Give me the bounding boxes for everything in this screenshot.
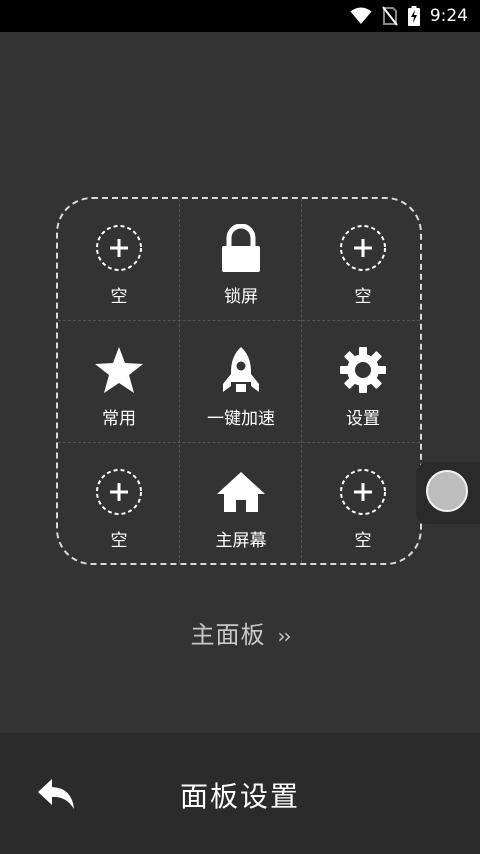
double-chevron-right-icon: ›› — [277, 624, 292, 648]
status-bar: 9:24 — [0, 0, 480, 32]
floating-ball-handle[interactable] — [416, 462, 480, 524]
panel-cell-label: 空 — [110, 531, 128, 551]
panel-cell-favorites[interactable]: 常用 — [58, 321, 180, 443]
wifi-icon — [350, 7, 372, 25]
panel-cell-empty-1[interactable]: 空 — [58, 199, 180, 321]
panel-cell-empty-2[interactable]: 空 — [302, 199, 424, 321]
panel-cell-label: 锁屏 — [224, 287, 258, 307]
main-panel-label: 主面板 — [190, 621, 266, 649]
panel-cell-empty-3[interactable]: 空 — [58, 443, 180, 565]
status-time: 9:24 — [429, 6, 468, 26]
panel-cell-label: 主屏幕 — [215, 531, 267, 551]
home-icon — [211, 467, 271, 517]
back-arrow-icon — [36, 779, 76, 815]
add-circle-icon — [89, 467, 149, 517]
battery-charging-icon — [407, 6, 420, 26]
star-icon — [89, 345, 149, 395]
panel-cell-label: 常用 — [102, 409, 136, 429]
panel-cell-label: 一键加速 — [207, 409, 275, 429]
main-panel-link[interactable]: 主面板 ›› — [0, 615, 480, 650]
panel-cell-label: 空 — [354, 531, 372, 551]
no-sim-icon — [382, 6, 398, 26]
panel-grid: 空 锁屏 空 常用 一键加速 设置 空 主屏幕 空 — [56, 197, 422, 565]
back-button[interactable] — [36, 777, 80, 813]
panel-cell-label: 空 — [110, 287, 128, 307]
add-circle-icon — [333, 467, 393, 517]
bottom-bar: 面板设置 — [0, 733, 480, 854]
rocket-icon — [211, 345, 271, 395]
panel-cell-settings[interactable]: 设置 — [302, 321, 424, 443]
panel-cell-label: 设置 — [346, 409, 380, 429]
panel-cell-home[interactable]: 主屏幕 — [180, 443, 302, 565]
floating-ball[interactable] — [426, 470, 468, 512]
gear-icon — [333, 345, 393, 395]
lock-icon — [211, 223, 271, 273]
panel-cell-boost[interactable]: 一键加速 — [180, 321, 302, 443]
add-circle-icon — [89, 223, 149, 273]
panel-cell-empty-4[interactable]: 空 — [302, 443, 424, 565]
panel-cell-label: 空 — [354, 287, 372, 307]
status-icons: 9:24 — [350, 5, 468, 27]
add-circle-icon — [333, 223, 393, 273]
panel-cell-lock-screen[interactable]: 锁屏 — [180, 199, 302, 321]
